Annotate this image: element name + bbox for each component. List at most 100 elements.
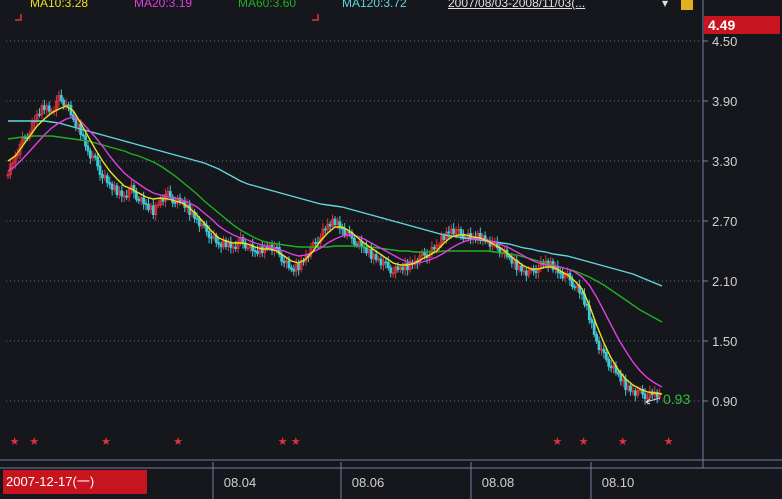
candle-body [617, 372, 620, 375]
chart-window: ★ ★ ★ ★ ★ ★ ★ ★ ★ ★ 0.90 1.50 2.10 2.70 3.30 3.90 4.50 0… [0, 0, 782, 499]
candle-body [144, 203, 148, 206]
current-price-label: 4.49 [704, 16, 780, 34]
candle-body [633, 390, 637, 396]
candle-body [573, 286, 577, 289]
candle-body [105, 175, 109, 184]
legend-ma20: MA20:3.19 [134, 0, 193, 10]
candle-body [534, 270, 538, 273]
candle-body [558, 272, 562, 274]
candle-body [369, 248, 373, 259]
candle-body [343, 228, 347, 236]
ma-short-line [7, 105, 663, 395]
candle-body [147, 203, 150, 210]
candle-body [151, 205, 155, 216]
candle-body [86, 145, 90, 152]
candle-body [590, 319, 594, 323]
candle-body [217, 242, 221, 245]
candle-body [314, 241, 318, 244]
candle-body [38, 113, 41, 116]
candle-body [524, 270, 528, 276]
candle-body [432, 246, 436, 250]
candle-body [142, 197, 146, 205]
candle-body [120, 190, 124, 197]
candle-body [88, 150, 92, 159]
candle-body [442, 235, 446, 240]
candle-body [253, 250, 257, 253]
candle-body [389, 267, 393, 274]
moving-averages [7, 105, 663, 405]
candle-body [561, 272, 565, 279]
last-price-label: 0.93 [663, 391, 690, 407]
signal-star: ★ [29, 435, 39, 448]
candle-body [401, 266, 405, 271]
candle-body [101, 174, 104, 179]
candle-body [396, 266, 400, 271]
candle-body [81, 134, 85, 137]
legend-date-range[interactable]: 2007/08/03-2008/11/03(... [448, 0, 585, 10]
candle-body [98, 165, 102, 176]
signal-markers: ★ ★ ★ ★ ★ ★ ★ ★ ★ ★ [10, 14, 674, 448]
candle-body [386, 261, 390, 269]
candle-body [188, 204, 192, 216]
candle-body [507, 255, 511, 258]
candle-body [275, 246, 279, 249]
candle-body [607, 358, 611, 367]
x-tick-label: 08.04 [224, 475, 257, 490]
candlestick-chart: ★ ★ ★ ★ ★ ★ ★ ★ ★ ★ 0.901.502.102.703.303.904.500… [0, 0, 782, 499]
candle-body [585, 304, 589, 307]
signal-star: ★ [291, 435, 301, 448]
candle-body [520, 265, 523, 272]
candle-body [643, 393, 647, 399]
candle-body [384, 261, 388, 264]
candles [6, 89, 661, 405]
signal-star: ★ [664, 435, 674, 448]
candle-body [173, 202, 177, 205]
y-tick-label: 3.90 [712, 94, 737, 109]
candle-body [197, 218, 201, 227]
ma-legend: MA10:3.28 MA20:3.19 MA60:3.60 MA120:3.72… [0, 0, 700, 12]
candle-body [168, 190, 172, 198]
signal-star: ★ [173, 435, 183, 448]
range-bracket-mark [312, 14, 319, 21]
y-tick-label: 1.50 [712, 334, 737, 349]
signal-star: ★ [10, 435, 20, 448]
candle-body [365, 246, 368, 254]
candle-body [23, 136, 27, 139]
candle-body [604, 351, 608, 360]
range-bracket-mark [15, 14, 22, 21]
candle-body [210, 236, 213, 239]
candle-body [62, 99, 66, 106]
candle-body [289, 267, 293, 270]
cursor-date-label: 2007-12-17(一) [3, 470, 147, 494]
candle-body [110, 183, 114, 190]
x-tick-label: 08.10 [602, 475, 635, 490]
dropdown-arrow-icon[interactable]: ▾ [662, 0, 668, 10]
candle-body [219, 243, 223, 248]
lock-icon[interactable] [681, 0, 693, 10]
candle-body [340, 227, 344, 230]
candle-body [134, 191, 138, 200]
candle-body [125, 195, 129, 198]
x-tick-label: 08.06 [352, 475, 385, 490]
candle-body [624, 378, 628, 391]
candle-body [137, 198, 141, 202]
candle-body [207, 230, 211, 238]
candle-body [108, 182, 112, 185]
candle-body [287, 260, 291, 269]
ma-mid-line [7, 116, 663, 388]
candle-body [328, 223, 332, 227]
candle-body [423, 251, 427, 256]
legend-ma60: MA60:3.60 [238, 0, 297, 10]
candle-body [93, 155, 97, 158]
candle-body [256, 250, 259, 254]
candle-body [597, 340, 601, 351]
candle-body [42, 105, 46, 110]
candle-body [592, 322, 596, 335]
signal-star: ★ [101, 435, 111, 448]
y-tick-label: 2.70 [712, 214, 737, 229]
candle-body [234, 246, 238, 249]
candle-body [619, 373, 623, 382]
candle-body [595, 334, 598, 342]
candle-body [602, 348, 606, 353]
signal-star: ★ [579, 435, 589, 448]
